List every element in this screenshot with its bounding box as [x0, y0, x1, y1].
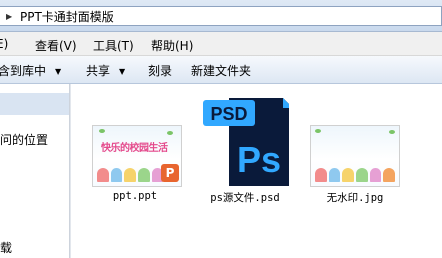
command-toolbar: 含到库中 ▼ 共享 ▼ 刻录 新建文件夹 — [0, 56, 442, 84]
menu-tools[interactable]: 工具(T) — [93, 37, 134, 54]
photoshop-file-icon: PSD Ps — [203, 98, 289, 186]
nav-item-recent-places[interactable]: 问的位置 — [0, 131, 48, 148]
kid-figure — [97, 168, 109, 182]
leaf-decoration — [99, 129, 105, 133]
address-path[interactable]: PPT卡通封面模版 — [20, 8, 114, 25]
kid-figure — [328, 168, 341, 182]
leaf-decoration — [389, 130, 395, 134]
leaf-decoration — [167, 131, 173, 135]
navigation-pane: 问的位置 载 — [0, 84, 69, 258]
file-item-ppt[interactable]: 快乐的校园生活 P ppt.ppt — [76, 120, 194, 210]
kid-figure — [124, 168, 137, 182]
nav-item-downloads[interactable]: 载 — [0, 239, 12, 256]
ps-label: Ps — [237, 139, 281, 180]
leaf-decoration — [315, 129, 321, 133]
file-name: ppt.ppt — [112, 190, 158, 202]
address-bar[interactable]: ▶ PPT卡通封面模版 — [0, 6, 442, 26]
thumb-banner-text: 快乐的校园生活 — [101, 143, 168, 154]
ppt-thumbnail: 快乐的校园生活 P — [92, 125, 182, 187]
chevron-down-icon: ▼ — [55, 67, 62, 76]
kid-figure — [383, 168, 396, 182]
kid-figure — [315, 168, 327, 182]
menu-edit[interactable]: E) — [0, 37, 8, 51]
file-item-jpg[interactable]: 无水印.jpg — [296, 120, 414, 210]
kid-figure — [356, 168, 368, 182]
address-arrow-icon[interactable]: ▶ — [6, 12, 14, 21]
kid-figure — [342, 168, 355, 182]
file-item-psd[interactable]: PSD Ps ps源文件.psd — [192, 96, 310, 210]
menu-bar: E) 查看(V) 工具(T) 帮助(H) — [0, 32, 442, 56]
jpg-thumbnail — [310, 125, 400, 187]
burn-button[interactable]: 刻录 — [148, 62, 172, 79]
include-in-library-button[interactable]: 含到库中 ▼ — [0, 62, 61, 79]
menu-help[interactable]: 帮助(H) — [151, 37, 193, 54]
new-folder-button[interactable]: 新建文件夹 — [191, 62, 251, 79]
kid-figure — [110, 168, 123, 182]
kid-figure — [138, 168, 150, 182]
share-label: 共享 — [86, 64, 111, 78]
menu-view[interactable]: 查看(V) — [35, 37, 77, 54]
cartoon-children-strip — [315, 168, 396, 182]
powerpoint-icon: P — [161, 164, 179, 182]
file-name: ps源文件.psd — [210, 192, 280, 204]
nav-selected-highlight — [0, 93, 69, 115]
file-name: 无水印.jpg — [326, 192, 384, 204]
pane-divider[interactable] — [69, 84, 71, 258]
include-in-library-label: 含到库中 — [0, 64, 47, 78]
share-button[interactable]: 共享 ▼ — [86, 62, 125, 79]
title-bar: ▶ PPT卡通封面模版 — [0, 0, 442, 32]
chevron-down-icon: ▼ — [119, 67, 126, 76]
psd-label: PSD — [210, 104, 247, 124]
kid-figure — [369, 168, 382, 182]
